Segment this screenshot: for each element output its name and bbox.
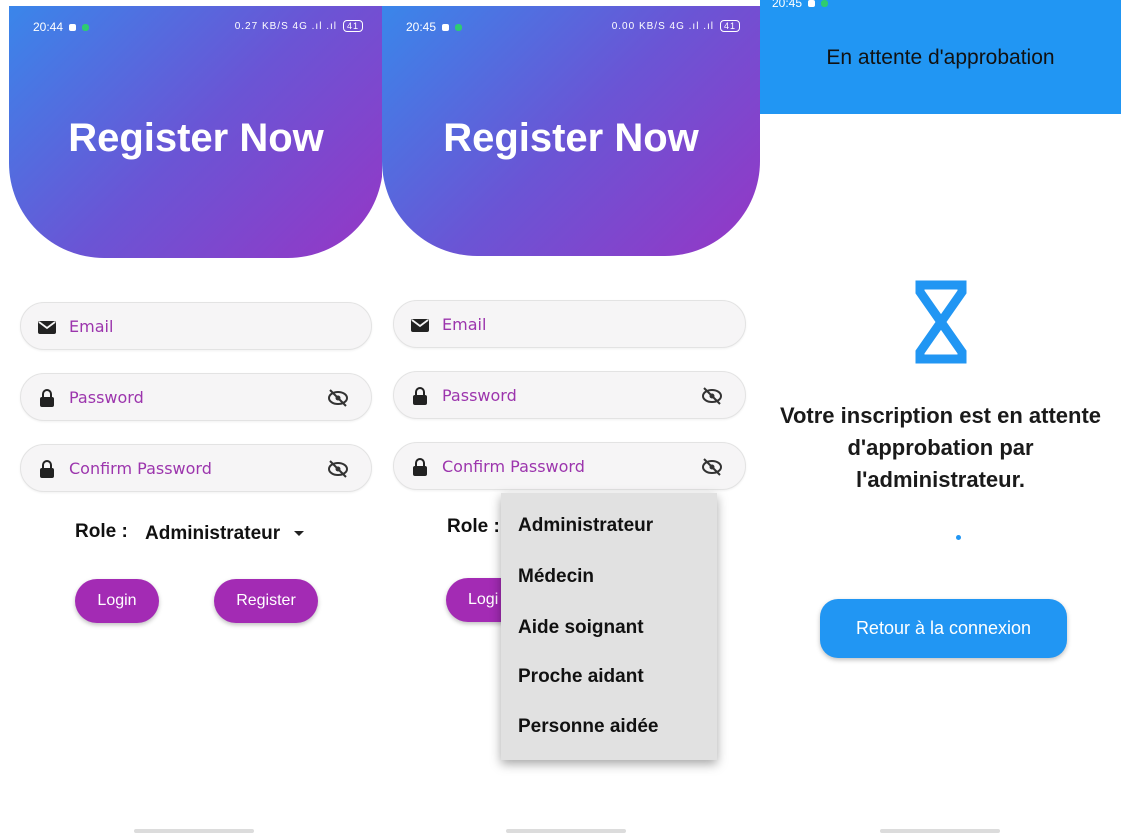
register-screen-default: 20:44 0.27 KB/S 4G .ıl .ıl 41 Register N… xyxy=(0,0,382,835)
notification-icon xyxy=(808,0,816,7)
menu-item-personne-aidee[interactable]: Personne aidée xyxy=(518,716,658,738)
lock-icon xyxy=(413,458,427,476)
lock-icon xyxy=(40,389,54,407)
app-bar-title: En attente d'approbation xyxy=(826,46,1055,69)
status-indicators: 0.27 KB/S 4G .ıl .ıl xyxy=(234,20,337,32)
status-time: 20:45 xyxy=(772,0,803,10)
notification-icon xyxy=(69,23,77,31)
menu-item-aide-soignant[interactable]: Aide soignant xyxy=(518,617,644,639)
eye-off-icon[interactable] xyxy=(701,457,723,477)
password-field[interactable]: Password xyxy=(393,371,746,419)
menu-item-medecin[interactable]: Médecin xyxy=(518,566,594,588)
role-label: Role : xyxy=(75,521,128,542)
register-header: 20:45 0.00 KB/S 4G .ıl .ıl 41 Register N… xyxy=(382,6,760,256)
pending-approval-screen: 20:45 En attente d'approbation Votre ins… xyxy=(760,0,1121,835)
role-label: Role : xyxy=(447,516,500,537)
battery-icon: 41 xyxy=(342,20,363,32)
eye-off-icon[interactable] xyxy=(701,386,723,406)
eye-off-icon[interactable] xyxy=(327,388,349,408)
menu-item-proche-aidant[interactable]: Proche aidant xyxy=(518,666,644,688)
dropdown-arrow-icon xyxy=(294,530,305,536)
email-field[interactable]: Email xyxy=(393,300,746,348)
home-indicator xyxy=(134,829,254,833)
lock-icon xyxy=(40,460,54,478)
login-button[interactable]: Login xyxy=(75,579,159,623)
status-indicators: 0.00 KB/S 4G .ıl .ıl xyxy=(611,20,714,32)
mail-icon xyxy=(38,321,56,334)
confirm-password-label: Confirm Password xyxy=(442,457,585,476)
app-bar: 20:45 En attente d'approbation xyxy=(760,0,1121,114)
confirm-password-label: Confirm Password xyxy=(69,459,212,478)
pending-message-line: Votre inscription est en attente xyxy=(779,403,1102,428)
notification-icon xyxy=(442,23,450,31)
register-button[interactable]: Register xyxy=(214,579,318,623)
page-title: Register Now xyxy=(443,116,699,160)
pending-message-line: d'approbation par xyxy=(847,435,1034,460)
role-dropdown[interactable]: Administrateur xyxy=(145,523,305,545)
email-label: Email xyxy=(69,317,114,336)
password-field[interactable]: Password xyxy=(20,373,372,421)
app-notification-icon xyxy=(82,23,90,31)
menu-item-administrateur[interactable]: Administrateur xyxy=(518,515,653,537)
confirm-password-field[interactable]: Confirm Password xyxy=(20,444,372,492)
mail-icon xyxy=(411,319,429,332)
app-notification-icon xyxy=(455,23,463,31)
page-title: Register Now xyxy=(68,116,324,160)
app-notification-icon xyxy=(821,0,829,7)
password-label: Password xyxy=(69,388,144,407)
status-bar-right: 0.00 KB/S 4G .ıl .ıl 41 xyxy=(612,20,740,32)
battery-icon: 41 xyxy=(719,20,740,32)
email-label: Email xyxy=(442,315,487,334)
password-label: Password xyxy=(442,386,517,405)
hourglass-icon xyxy=(915,280,967,364)
email-field[interactable]: Email xyxy=(20,302,372,350)
pending-message: Votre inscription est en attente d'appro… xyxy=(760,400,1121,496)
back-to-login-button[interactable]: Retour à la connexion xyxy=(820,599,1067,658)
status-time: 20:44 xyxy=(33,20,64,34)
eye-off-icon[interactable] xyxy=(327,459,349,479)
home-indicator xyxy=(506,829,626,833)
role-selected-value: Administrateur xyxy=(145,523,281,544)
loading-indicator xyxy=(956,535,961,540)
register-screen-role-menu: 20:45 0.00 KB/S 4G .ıl .ıl 41 Register N… xyxy=(382,0,760,835)
status-bar-left: 20:45 xyxy=(406,20,463,34)
confirm-password-field[interactable]: Confirm Password xyxy=(393,442,746,490)
status-bar-right: 0.27 KB/S 4G .ıl .ıl 41 xyxy=(235,20,363,32)
role-dropdown-menu: Administrateur Médecin Aide soignant Pro… xyxy=(501,493,717,760)
lock-icon xyxy=(413,387,427,405)
register-header: 20:44 0.27 KB/S 4G .ıl .ıl 41 Register N… xyxy=(9,6,382,258)
status-bar-left: 20:44 xyxy=(33,20,90,34)
pending-message-line: l'administrateur. xyxy=(855,467,1026,492)
status-time: 20:45 xyxy=(406,20,437,34)
home-indicator xyxy=(880,829,1000,833)
status-bar-left: 20:45 xyxy=(772,0,829,10)
